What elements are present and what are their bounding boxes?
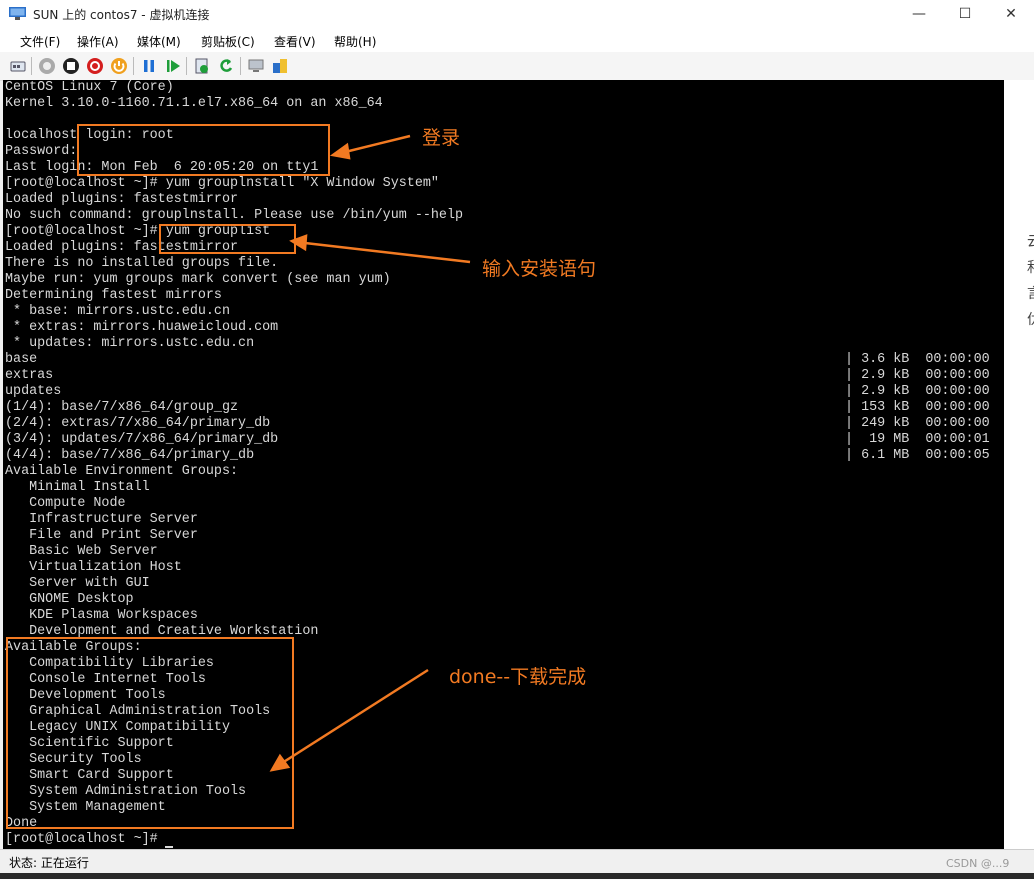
annotation-done: done--下载完成	[449, 666, 587, 688]
annotation-arrows	[269, 134, 471, 772]
annotation-install: 输入安装语句	[482, 258, 597, 280]
vm-connection-window: SUN 上的 contos7 - 虚拟机连接 — ☐ ✕ 文件(F) 操作(A)…	[0, 0, 1034, 879]
annotation-login: 登录	[422, 127, 461, 149]
